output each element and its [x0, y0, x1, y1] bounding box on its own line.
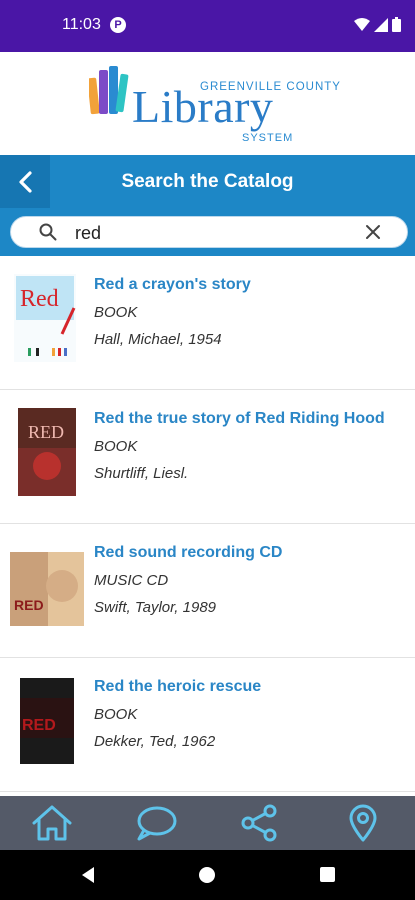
list-item[interactable]: RED Red the heroic rescue BOOK Dekker, T…: [0, 658, 415, 792]
result-author: Dekker, Ted, 1962: [94, 733, 216, 750]
cover-title-text: RED: [28, 422, 64, 442]
logo-library-text: Library: [132, 81, 274, 132]
result-title[interactable]: Red a crayon's story: [94, 276, 251, 294]
result-title[interactable]: Red the heroic rescue: [94, 678, 261, 696]
share-icon: [241, 804, 277, 842]
result-author: Hall, Michael, 1954: [94, 331, 222, 348]
result-format: BOOK: [94, 706, 138, 723]
result-format: BOOK: [94, 438, 138, 455]
status-time: 11:03: [62, 16, 101, 33]
nav-home-button[interactable]: [22, 796, 82, 850]
result-author: Shurtliff, Liesl.: [94, 465, 189, 482]
list-item[interactable]: Red Red a crayon's story BOOK Hall, Mich…: [0, 256, 415, 390]
search-icon: [39, 223, 57, 241]
system-back-icon[interactable]: [80, 866, 96, 884]
header-bar: Search the Catalog: [0, 155, 415, 208]
search-input[interactable]: [73, 220, 357, 246]
cover-title-text: RED: [14, 597, 44, 613]
home-icon: [32, 805, 72, 841]
books-logo-icon: [89, 66, 129, 115]
album-cover-image: RED: [10, 552, 84, 626]
notification-app-icon: P: [110, 17, 126, 33]
search-bar: [0, 208, 415, 256]
wifi-icon: [354, 17, 370, 31]
cover-title-text: RED: [22, 717, 56, 734]
result-format: BOOK: [94, 304, 138, 321]
battery-icon: [392, 17, 401, 32]
location-icon: [349, 804, 377, 842]
result-author: Swift, Taylor, 1989: [94, 599, 217, 616]
signal-icon: [374, 17, 388, 32]
chat-icon: [137, 806, 177, 841]
nav-location-button[interactable]: [333, 796, 393, 850]
page-title: Search the Catalog: [121, 171, 294, 192]
book-cover-image: RED: [20, 678, 74, 764]
result-title[interactable]: Red sound recording CD: [94, 544, 282, 562]
book-cover-image: Red: [14, 274, 76, 362]
nav-chat-button[interactable]: [126, 796, 186, 850]
library-logo: GREENVILLE COUNTY Library SYSTEM: [0, 52, 415, 155]
list-item[interactable]: RED Red sound recording CD MUSIC CD Swif…: [0, 524, 415, 658]
list-item[interactable]: RED Red the true story of Red Riding Hoo…: [0, 390, 415, 524]
result-format: MUSIC CD: [94, 572, 169, 589]
results-list: Red Red a crayon's story BOOK Hall, Mich…: [0, 256, 415, 796]
book-cover-image: RED: [18, 408, 76, 496]
system-home-icon[interactable]: [199, 867, 215, 883]
status-bar: 11:03 P: [0, 0, 415, 52]
system-recents-icon[interactable]: [320, 867, 335, 882]
logo-system-text: SYSTEM: [242, 132, 294, 144]
close-icon[interactable]: [365, 224, 381, 240]
cover-title-text: Red: [20, 286, 59, 312]
result-title[interactable]: Red the true story of Red Riding Hood: [94, 410, 385, 428]
nav-share-button[interactable]: [229, 796, 289, 850]
bottom-nav: [0, 796, 415, 850]
search-box: [10, 216, 408, 248]
system-nav-bar: [0, 850, 415, 900]
status-icons: [354, 17, 401, 32]
